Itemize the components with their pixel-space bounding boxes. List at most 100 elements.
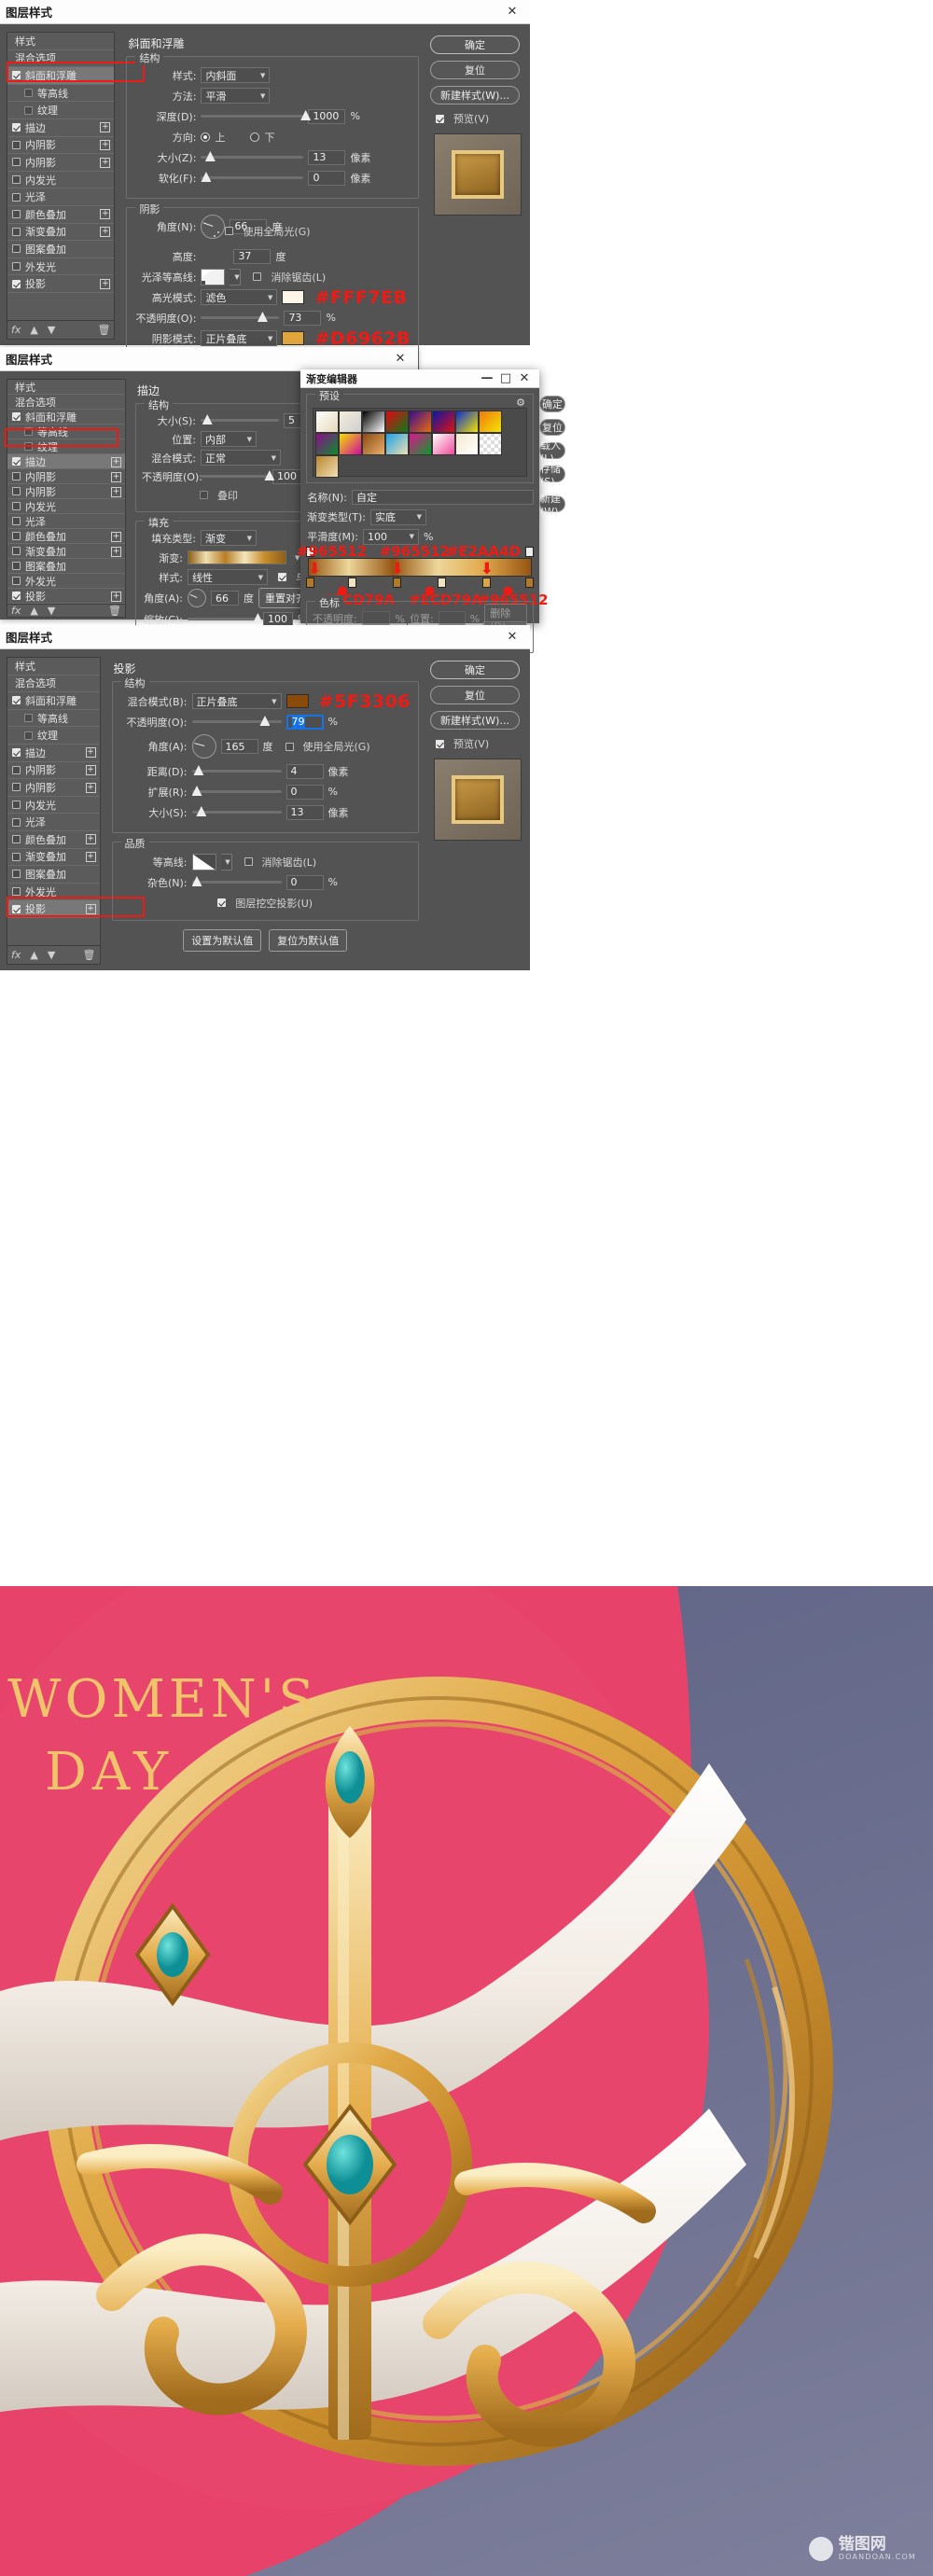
depth-slider[interactable] <box>201 110 312 120</box>
checkbox-stroke[interactable] <box>12 123 21 132</box>
checkbox-gradient-overlay[interactable] <box>12 547 21 555</box>
bevel-style-select[interactable]: 内斜面 ▼ <box>201 67 271 83</box>
distance-input[interactable]: 4 <box>285 763 324 779</box>
color-stop[interactable] <box>393 578 402 588</box>
checkbox-stroke[interactable] <box>12 457 21 466</box>
move-down-icon[interactable]: ▼ <box>48 324 55 336</box>
effect-texture[interactable]: 纹理 <box>7 727 100 745</box>
add-inner-shadow-icon-2[interactable]: + <box>100 157 111 168</box>
altitude-input[interactable]: 37 <box>233 248 272 264</box>
gradient-strip[interactable] <box>308 558 532 577</box>
fx-icon[interactable]: fx <box>11 605 21 617</box>
stroke-opacity-input[interactable]: 100 <box>272 468 302 484</box>
effect-color-overlay[interactable]: 颜色叠加 + <box>7 831 100 849</box>
checkbox-inner-shadow-1[interactable] <box>12 765 21 774</box>
checkbox-inner-shadow-2[interactable] <box>12 783 21 792</box>
add-stroke-icon[interactable]: + <box>100 122 111 133</box>
checkbox-inner-shadow-1[interactable] <box>12 472 21 480</box>
effect-drop-shadow[interactable]: 投影 + <box>7 275 115 293</box>
delete-icon[interactable]: 🗑 <box>97 324 110 336</box>
checkbox-inner-shadow-2[interactable] <box>12 158 21 167</box>
preset-swatch[interactable] <box>385 411 409 433</box>
checkbox-texture[interactable] <box>24 731 33 740</box>
gloss-contour-preview[interactable] <box>201 268 226 285</box>
preset-swatch[interactable] <box>479 433 502 455</box>
effect-inner-shadow-1[interactable]: 内阴影 + <box>7 137 115 155</box>
ok-button[interactable]: 确定 <box>430 35 520 54</box>
preview-checkbox[interactable] <box>436 739 444 748</box>
effect-pattern-overlay[interactable]: 图案叠加 <box>7 866 100 884</box>
preset-swatch[interactable] <box>339 433 362 455</box>
checkbox-inner-shadow-2[interactable] <box>12 487 21 495</box>
add-inner-shadow-icon[interactable]: + <box>100 140 111 151</box>
preset-swatch[interactable] <box>479 411 502 433</box>
effect-stroke[interactable]: 描边 + <box>7 745 100 762</box>
checkbox-satin[interactable] <box>12 817 21 827</box>
highlight-opacity-slider[interactable] <box>201 312 280 322</box>
effect-bevel-emboss[interactable]: 斜面和浮雕 <box>7 692 100 710</box>
effect-contour[interactable]: 等高线 <box>7 425 125 439</box>
effect-stroke[interactable]: 描边 + <box>7 454 125 469</box>
contour-dropdown[interactable]: ▼ <box>220 853 232 870</box>
opacity-stop[interactable] <box>524 547 534 557</box>
new-gradient-button[interactable]: 新建(W) <box>538 493 566 518</box>
close-icon[interactable]: ✕ <box>515 370 534 387</box>
checkbox-drop-shadow[interactable] <box>12 592 21 600</box>
angle-dial[interactable] <box>201 214 226 239</box>
size-input[interactable]: 13 <box>308 149 346 165</box>
color-stop[interactable] <box>306 578 314 588</box>
effect-inner-shadow-2[interactable]: 内阴影 + <box>7 154 115 172</box>
checkbox-pattern-overlay[interactable] <box>12 562 21 570</box>
checkbox-outer-glow[interactable] <box>12 262 21 272</box>
global-light-checkbox[interactable] <box>225 227 234 235</box>
effects-header-styles[interactable]: 样式 <box>7 380 125 395</box>
checkbox-inner-glow[interactable] <box>12 175 21 185</box>
preset-swatch[interactable] <box>315 411 339 433</box>
fx-icon[interactable]: fx <box>11 949 21 961</box>
delete-icon[interactable]: 🗑 <box>108 605 121 617</box>
checkbox-bevel[interactable] <box>12 696 21 705</box>
close-icon[interactable]: ✕ <box>500 627 524 647</box>
add-gradient-overlay-icon[interactable]: + <box>100 227 111 238</box>
effects-header-styles[interactable]: 样式 <box>7 33 115 50</box>
effect-gradient-overlay[interactable]: 渐变叠加 + <box>7 849 100 867</box>
delete-icon[interactable]: 🗑 <box>83 949 96 961</box>
gradient-editor-dialog[interactable]: 渐变编辑器 — □ ✕ 预设 ⚙ 名称(N): 自定 渐变类型(T): 实底 ▼ … <box>297 369 566 653</box>
effect-contour[interactable]: 等高线 <box>7 710 100 728</box>
effect-texture[interactable]: 纹理 <box>7 102 115 119</box>
color-stop[interactable] <box>348 578 357 588</box>
move-down-icon[interactable]: ▼ <box>48 605 55 617</box>
color-stop[interactable] <box>524 578 534 588</box>
shadow-opacity-input[interactable]: 79 <box>285 714 324 730</box>
effects-list[interactable]: 样式 混合选项 斜面和浮雕 等高线 纹理 描边 + 内阴影 + 内阴影 + 内发光 光… <box>7 657 101 946</box>
noise-slider[interactable] <box>191 876 282 886</box>
checkbox-stroke[interactable] <box>12 748 21 758</box>
effect-inner-glow[interactable]: 内发光 <box>7 499 125 514</box>
ok-button[interactable]: 确定 <box>430 661 520 679</box>
antialias-checkbox[interactable] <box>253 272 262 281</box>
checkbox-drop-shadow[interactable] <box>12 904 21 913</box>
knockout-checkbox[interactable] <box>217 898 227 907</box>
load-button[interactable]: 载入(L)... <box>538 439 566 465</box>
reset-button[interactable]: 复位 <box>538 419 566 436</box>
effect-inner-shadow-1[interactable]: 内阴影 + <box>7 469 125 484</box>
preset-swatch[interactable] <box>432 433 455 455</box>
add-stroke-icon[interactable]: + <box>85 747 96 759</box>
effect-satin[interactable]: 光泽 <box>7 814 100 831</box>
checkbox-outer-glow[interactable] <box>12 887 21 897</box>
preset-swatch[interactable] <box>409 411 432 433</box>
effects-header-blending[interactable]: 混合选项 <box>7 395 125 410</box>
shadow-blend-select[interactable]: 正片叠底 ▼ <box>191 693 282 709</box>
shadow-size-input[interactable]: 13 <box>285 804 324 820</box>
set-default-button[interactable]: 设置为默认值 <box>183 929 262 952</box>
effect-inner-glow[interactable]: 内发光 <box>7 797 100 815</box>
checkbox-satin[interactable] <box>12 192 21 202</box>
effect-inner-glow[interactable]: 内发光 <box>7 172 115 189</box>
smoothness-select[interactable]: 100 ▼ <box>363 528 419 545</box>
align-layer-checkbox[interactable] <box>278 573 286 581</box>
add-drop-shadow-icon[interactable]: + <box>100 278 111 289</box>
preset-swatch[interactable] <box>432 411 455 433</box>
preset-swatch[interactable] <box>362 411 385 433</box>
add-color-overlay-icon[interactable]: + <box>100 209 111 220</box>
effect-outer-glow[interactable]: 外发光 <box>7 884 100 901</box>
